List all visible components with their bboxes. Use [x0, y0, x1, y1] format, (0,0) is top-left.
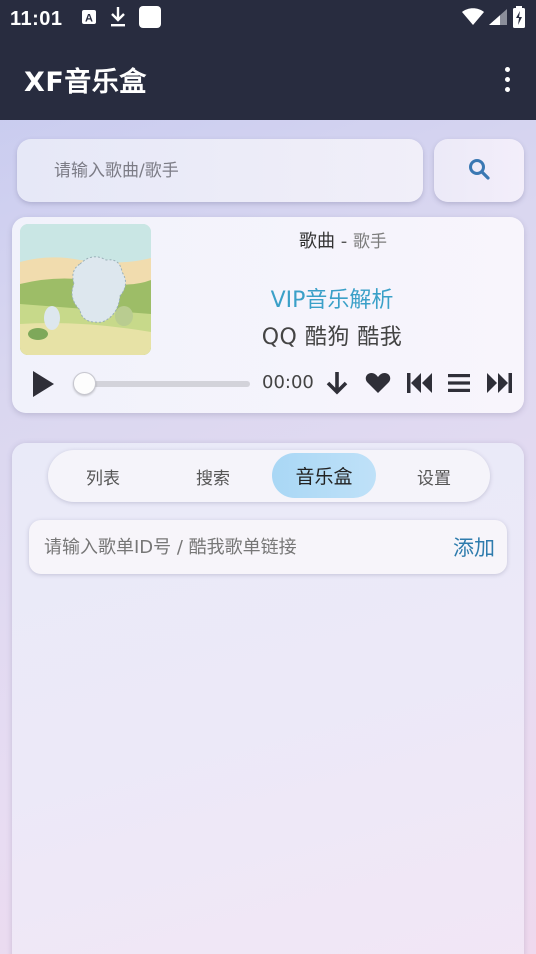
tab-settings[interactable]: 设置	[391, 450, 477, 502]
tab-bar: 列表 搜索 音乐盒 设置	[48, 450, 490, 502]
play-icon[interactable]	[31, 370, 55, 402]
app-title: XF音乐盒	[24, 66, 147, 98]
status-time: 11:01	[10, 7, 63, 30]
progress-bar[interactable]	[84, 381, 250, 387]
tab-music-box[interactable]: 音乐盒	[272, 453, 376, 498]
download-icon	[109, 6, 127, 32]
square-icon	[138, 6, 161, 32]
playlist-id-input[interactable]	[44, 536, 453, 558]
wifi-icon	[462, 8, 484, 30]
previous-icon[interactable]	[407, 373, 433, 397]
notification-icons: A	[81, 6, 161, 32]
album-cover[interactable]	[20, 224, 151, 355]
vip-parse-label: VIP音乐解析	[270, 288, 394, 313]
heart-icon[interactable]	[365, 372, 391, 398]
sources-label: QQ 酷狗 酷我	[261, 325, 403, 350]
song-search-field[interactable]	[17, 139, 423, 202]
system-icons	[462, 6, 526, 32]
search-icon	[467, 157, 491, 185]
svg-text:A: A	[85, 13, 93, 25]
progress-thumb[interactable]	[73, 372, 96, 395]
song-search-input[interactable]	[54, 160, 423, 181]
playlist-import-field: 添加	[29, 520, 507, 574]
download-icon[interactable]	[326, 371, 348, 399]
status-bar: 11:01 A	[0, 0, 536, 38]
playlist-icon[interactable]	[448, 374, 470, 396]
text-icon: A	[81, 9, 97, 29]
tab-search[interactable]: 搜索	[170, 450, 256, 502]
music-box-panel: 列表 搜索 音乐盒 设置 添加	[12, 443, 524, 954]
more-vert-icon[interactable]	[501, 63, 514, 96]
song-separator: -	[335, 231, 353, 252]
battery-charging-icon	[512, 6, 526, 32]
artist-name: 歌手	[352, 232, 387, 252]
search-button[interactable]	[434, 139, 524, 202]
app-bar: XF音乐盒	[0, 38, 536, 120]
next-icon[interactable]	[486, 373, 512, 397]
tab-list[interactable]: 列表	[60, 450, 146, 502]
signal-icon	[488, 8, 508, 30]
add-button[interactable]: 添加	[453, 532, 495, 562]
song-info: 歌曲 - 歌手	[162, 227, 524, 253]
current-time: 00:00	[262, 372, 314, 393]
player-controls: 00:00	[12, 367, 524, 401]
song-name: 歌曲	[299, 231, 336, 252]
player-card: 歌曲 - 歌手 VIP音乐解析 QQ 酷狗 酷我 00:00	[12, 217, 524, 413]
